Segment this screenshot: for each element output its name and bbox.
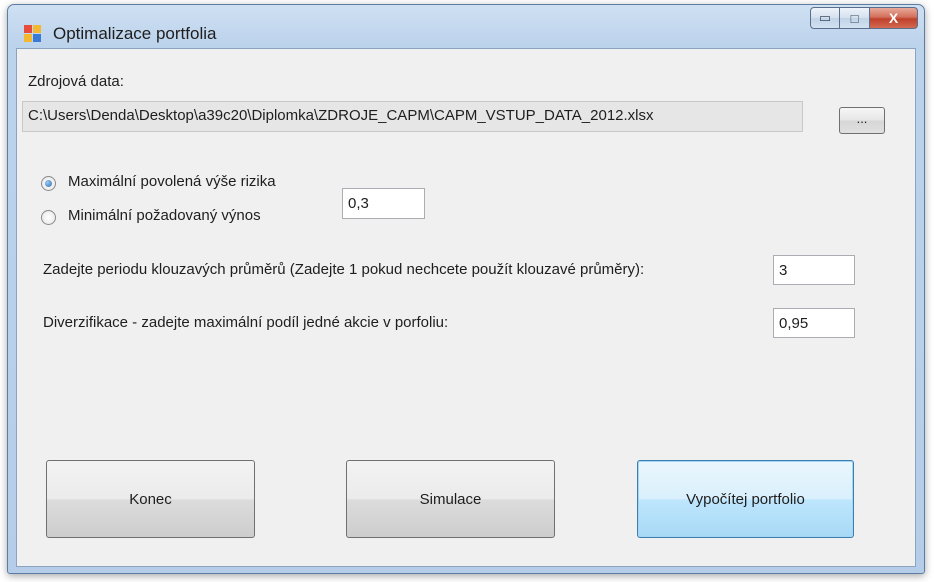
- maximize-icon: □: [850, 10, 859, 26]
- main-window: Optimalizace portfolia ▭ □ X Zdrojová da…: [7, 4, 925, 574]
- close-button[interactable]: X: [870, 7, 918, 29]
- exit-button[interactable]: Konec: [46, 460, 255, 538]
- radio-min-return[interactable]: [41, 210, 56, 225]
- diversification-input[interactable]: 0,95: [773, 308, 855, 338]
- radio-max-risk-label[interactable]: Maximální povolená výše rizika: [68, 173, 276, 190]
- compute-portfolio-button[interactable]: Vypočítej portfolio: [637, 460, 854, 538]
- app-icon: [24, 25, 42, 43]
- simulation-button[interactable]: Simulace: [346, 460, 555, 538]
- title-bar[interactable]: Optimalizace portfolia ▭ □ X: [8, 5, 924, 45]
- source-data-label: Zdrojová data:: [28, 73, 124, 90]
- constraint-value-input[interactable]: 0,3: [342, 188, 425, 219]
- minimize-button[interactable]: ▭: [810, 7, 840, 29]
- client-area: Zdrojová data: C:\Users\Denda\Desktop\a3…: [16, 48, 916, 567]
- minimize-icon: ▭: [818, 10, 832, 25]
- moving-average-label: Zadejte periodu klouzavých průměrů (Zade…: [43, 261, 645, 278]
- radio-max-risk[interactable]: [41, 176, 56, 191]
- radio-min-return-label[interactable]: Minimální požadovaný výnos: [68, 207, 261, 224]
- window-title: Optimalizace portfolia: [53, 24, 217, 43]
- browse-button[interactable]: ...: [839, 107, 885, 134]
- moving-average-input[interactable]: 3: [773, 255, 855, 285]
- window-controls: ▭ □ X: [810, 7, 918, 31]
- maximize-button[interactable]: □: [840, 7, 870, 29]
- close-icon: X: [888, 10, 899, 26]
- diversification-label: Diverzifikace - zadejte maximální podíl …: [43, 314, 449, 331]
- source-path-field[interactable]: C:\Users\Denda\Desktop\a39c20\Diplomka\Z…: [22, 101, 803, 132]
